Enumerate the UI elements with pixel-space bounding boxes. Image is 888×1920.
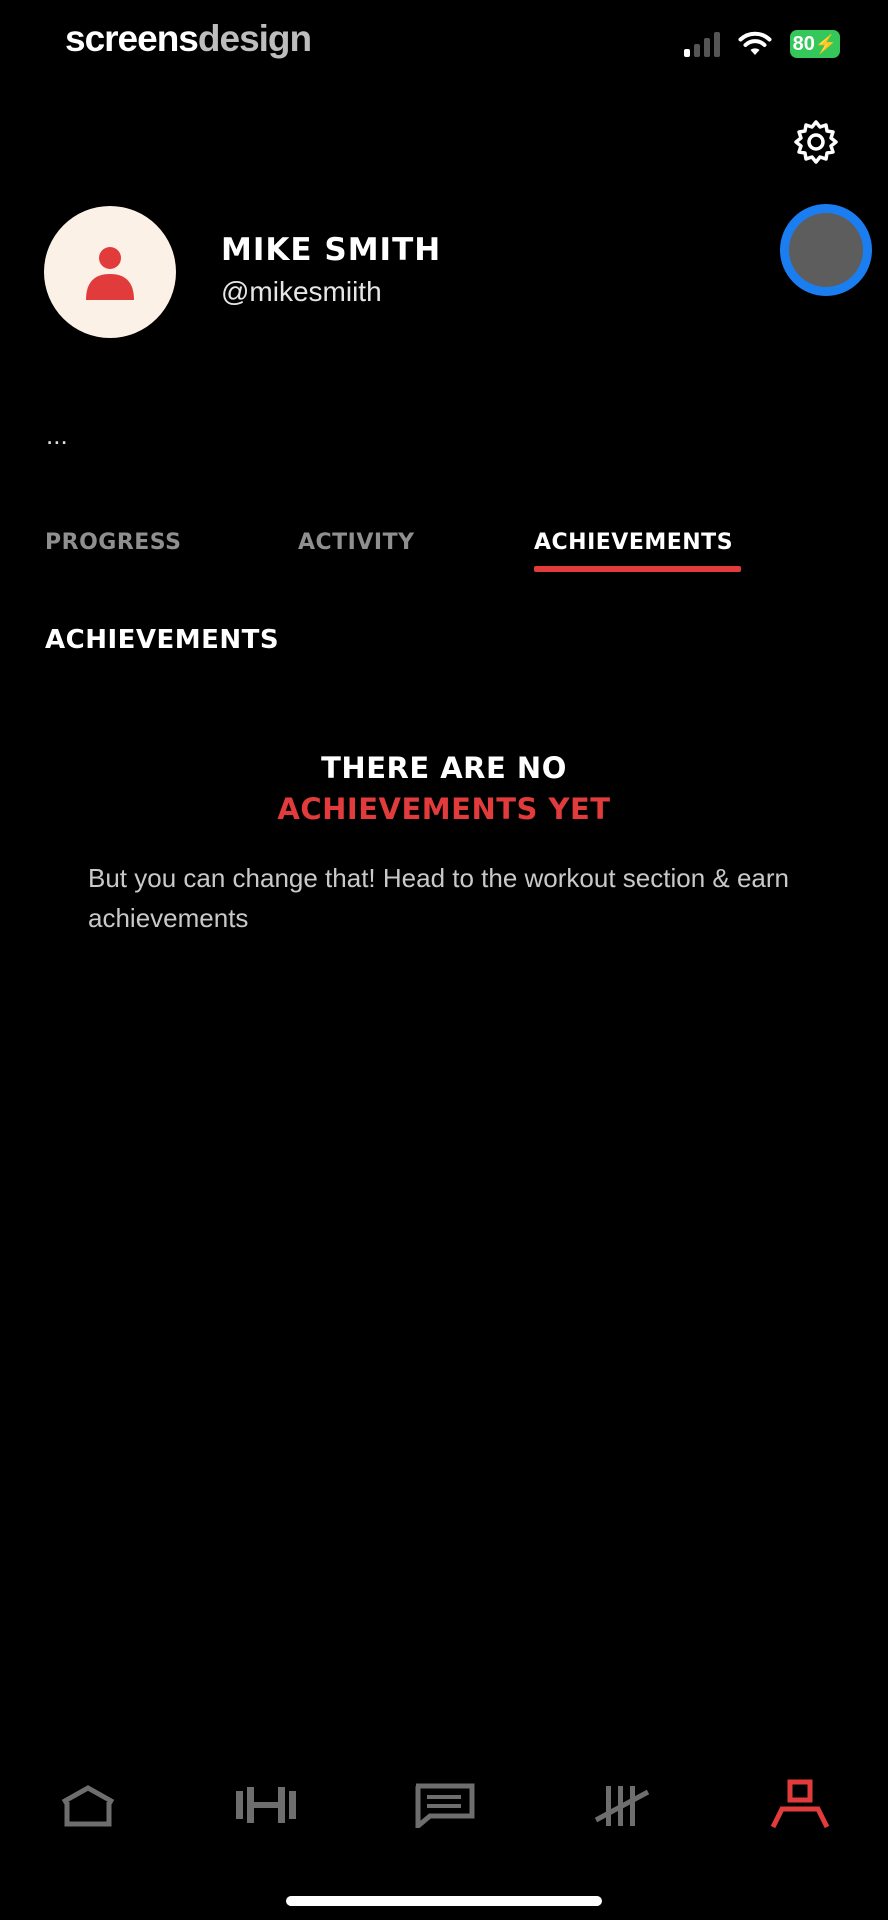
empty-state-line-1: THERE ARE NO	[321, 751, 567, 785]
floating-toggle-button[interactable]	[780, 204, 872, 296]
nav-home[interactable]	[48, 1775, 128, 1835]
tally-icon	[594, 1786, 650, 1826]
empty-state-title: THERE ARE NO ACHIEVEMENTS YET	[0, 748, 888, 830]
home-indicator[interactable]	[286, 1896, 602, 1906]
settings-gear-icon[interactable]	[792, 118, 840, 166]
brand-part-1: screens	[65, 18, 199, 59]
avatar[interactable]	[44, 206, 176, 338]
active-tab-indicator	[534, 566, 741, 572]
nav-log[interactable]	[582, 1775, 662, 1835]
dumbbell-icon	[236, 1787, 296, 1823]
empty-state-line-2: ACHIEVEMENTS YET	[277, 792, 611, 826]
toggle-knob	[789, 213, 863, 287]
chat-icon	[415, 1783, 475, 1828]
status-indicators: 80 ⚡	[684, 30, 840, 58]
home-icon	[61, 1785, 115, 1827]
tab-achievements[interactable]: ACHIEVEMENTS	[534, 530, 733, 555]
cellular-signal-icon	[684, 31, 720, 57]
battery-level: 80	[792, 32, 815, 55]
empty-state-message: But you can change that! Head to the wor…	[88, 863, 789, 933]
tab-activity[interactable]: ACTIVITY	[298, 530, 415, 555]
wifi-icon	[738, 31, 772, 55]
user-icon	[86, 247, 134, 300]
section-title: ACHIEVEMENTS	[45, 625, 280, 655]
profile-bio: ...	[46, 420, 68, 450]
profile-handle: @mikesmiith	[221, 276, 382, 307]
nav-workouts[interactable]	[226, 1775, 306, 1835]
nav-profile[interactable]	[760, 1775, 840, 1835]
profile-name: MIKE SMITH	[221, 232, 442, 268]
nav-chat[interactable]	[404, 1775, 484, 1835]
tab-progress[interactable]: PROGRESS	[45, 530, 182, 555]
brand-part-2: design	[197, 18, 312, 59]
battery-indicator: 80 ⚡	[790, 30, 840, 58]
brand-watermark: screensdesign	[65, 18, 312, 60]
profile-icon	[770, 1779, 830, 1829]
